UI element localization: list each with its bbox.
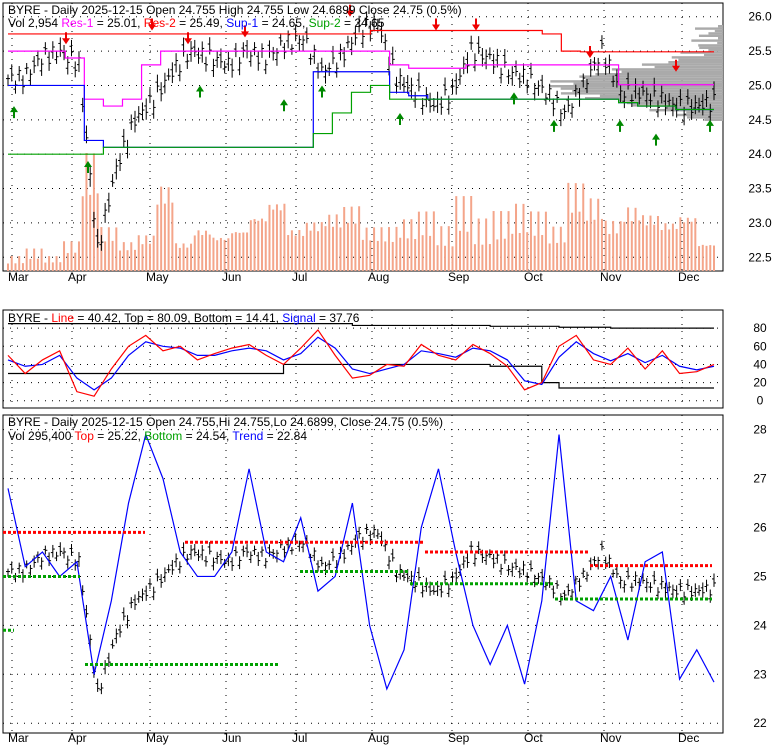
buy-arrow-icon bbox=[550, 119, 558, 132]
y-tick-label: 60 bbox=[753, 339, 767, 353]
y-tick-label: 0 bbox=[757, 394, 764, 408]
month-label: May bbox=[146, 270, 169, 284]
buy-arrow-icon bbox=[616, 119, 624, 132]
y-tick-label: 26 bbox=[753, 521, 767, 535]
volume-profile-bar bbox=[621, 70, 723, 73]
buy-arrow-icon bbox=[10, 106, 18, 119]
trend-title: BYRE - Daily 2025-12-15 Open 24.755,Hi 2… bbox=[8, 415, 443, 429]
month-label: Aug bbox=[368, 731, 389, 745]
month-label: Dec bbox=[678, 731, 699, 745]
y-tick-label: 23.0 bbox=[748, 216, 772, 230]
buy-arrow-icon bbox=[196, 85, 204, 98]
month-label: Jul bbox=[292, 731, 307, 745]
trend-line bbox=[7, 432, 715, 691]
y-tick-label: 24 bbox=[753, 618, 767, 632]
month-label: Apr bbox=[68, 731, 87, 745]
month-label: Jun bbox=[222, 270, 241, 284]
month-label: Dec bbox=[678, 270, 699, 284]
res2-line bbox=[8, 29, 714, 53]
trend-legend: Vol 295,400 Top = 25.22, Bottom = 24.54,… bbox=[8, 429, 307, 443]
legend-sup2: Sup-2 bbox=[309, 16, 341, 30]
oscillator-line bbox=[7, 329, 715, 397]
volume-profile-bar bbox=[695, 27, 723, 30]
month-label: Nov bbox=[600, 270, 621, 284]
volume-profile-bar bbox=[718, 25, 723, 28]
month-label: Oct bbox=[524, 731, 543, 745]
price-legend: Vol 2,954 Res-1 = 25.01, Res-2 = 25.49, … bbox=[8, 16, 385, 30]
volume-profile-bar bbox=[698, 44, 723, 47]
month-label: May bbox=[146, 731, 169, 745]
price-title: BYRE - Daily 2025-12-15 Open 24.755 High… bbox=[8, 3, 462, 17]
volume-profile-bar bbox=[686, 116, 723, 119]
y-tick-label: 25.5 bbox=[748, 44, 772, 58]
month-label: Apr bbox=[68, 270, 87, 284]
month-label: Aug bbox=[368, 270, 389, 284]
y-tick-label: 22.5 bbox=[748, 250, 772, 264]
y-tick-label: 20 bbox=[753, 376, 767, 390]
y-tick-label: 24.5 bbox=[748, 113, 772, 127]
month-label: Jun bbox=[222, 731, 241, 745]
buy-arrow-icon bbox=[84, 161, 92, 174]
month-label: Sep bbox=[448, 270, 470, 284]
volume-profile-bar bbox=[718, 37, 723, 40]
y-tick-label: 27 bbox=[753, 472, 767, 486]
buy-arrow-icon bbox=[706, 119, 714, 132]
volume-profile-bar bbox=[641, 63, 723, 66]
volume-profile-bar bbox=[671, 56, 723, 59]
price-panel: 26.0 25.5 25.0 24.5 24.0 23.5 23.0 22.5 bbox=[2, 2, 772, 272]
volume-profile-bar bbox=[654, 65, 723, 69]
y-tick-label: 26.0 bbox=[748, 10, 772, 24]
trend-panel-frame bbox=[2, 414, 724, 734]
volume-profile-bar bbox=[572, 89, 723, 93]
volume-profile-bar bbox=[678, 58, 723, 61]
month-label: Jul bbox=[292, 270, 307, 284]
volume-profile-bar bbox=[699, 46, 723, 49]
y-tick-label: 25 bbox=[753, 569, 767, 583]
volume-profile-bar bbox=[717, 41, 723, 45]
volume-profile-bar bbox=[579, 75, 723, 78]
volume-profile-bar bbox=[708, 32, 723, 35]
buy-arrow-icon bbox=[318, 85, 326, 98]
month-label: Oct bbox=[524, 270, 543, 284]
volume-profile-bar bbox=[550, 80, 723, 83]
volume-profile-bar bbox=[704, 118, 723, 121]
y-tick-label: 22 bbox=[753, 716, 767, 730]
volume-profile-bar bbox=[698, 34, 723, 37]
buy-arrow-icon bbox=[510, 92, 518, 105]
volume-profile-bar bbox=[611, 68, 723, 71]
volume-profile-bar bbox=[560, 92, 723, 95]
y-tick-label: 23 bbox=[753, 667, 767, 681]
volume-profile-bar bbox=[626, 101, 723, 105]
sell-arrow-icon bbox=[586, 45, 594, 58]
buy-arrow-icon bbox=[280, 99, 288, 112]
volume-profile-bar bbox=[595, 73, 723, 76]
volume-profile-bar bbox=[708, 49, 723, 52]
volume-profile-bar bbox=[714, 29, 723, 33]
y-tick-label: 80 bbox=[753, 321, 767, 335]
month-label: Mar bbox=[8, 270, 29, 284]
oscillator-legend: BYRE - Line = 40.42, Top = 80.09, Bottom… bbox=[8, 311, 360, 325]
volume-profile-bar bbox=[691, 39, 723, 42]
volume-profile-bar bbox=[704, 53, 723, 57]
y-tick-label: 40 bbox=[753, 357, 767, 371]
legend-res1: Res-1 bbox=[61, 16, 93, 30]
legend-sup1: Sup-1 bbox=[226, 16, 258, 30]
month-label: Nov bbox=[600, 731, 621, 745]
stock-chart: 26.0 25.5 25.0 24.5 24.0 23.5 23.0 22.5 80 60 40 2… bbox=[2, 2, 772, 745]
buy-arrow-icon bbox=[652, 133, 660, 146]
month-label: Mar bbox=[8, 731, 29, 745]
y-tick-label: 25.0 bbox=[748, 78, 772, 92]
buy-arrow-icon bbox=[396, 112, 404, 125]
sell-arrow-icon bbox=[472, 18, 480, 31]
month-label: Sep bbox=[448, 731, 470, 745]
y-tick-label: 24.0 bbox=[748, 147, 772, 161]
legend-res2: Res-2 bbox=[144, 16, 176, 30]
trend-panel: 28 27 26 25 24 23 22 bbox=[2, 414, 767, 734]
y-tick-label: 28 bbox=[753, 423, 767, 437]
sell-arrow-icon bbox=[432, 18, 440, 31]
y-tick-label: 23.5 bbox=[748, 182, 772, 196]
